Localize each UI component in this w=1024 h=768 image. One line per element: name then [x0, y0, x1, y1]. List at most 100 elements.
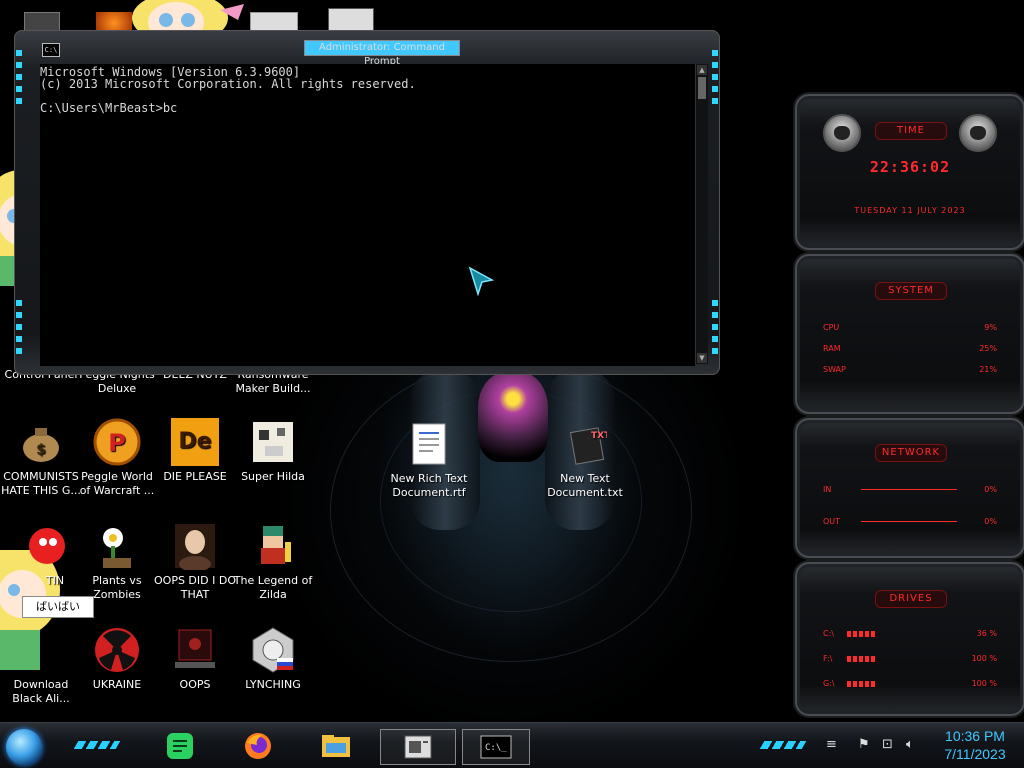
drive-row-g: G:\ 100 %	[823, 678, 997, 690]
volume-icon[interactable]: 🔈︎	[906, 737, 914, 752]
taskbar-glow-left	[73, 741, 121, 749]
drive-row-c: C:\ 36 %	[823, 628, 997, 640]
system-row-ram: RAM 25%	[823, 343, 997, 355]
desktop-icon-download-black-ali[interactable]: Download Black Ali...	[0, 626, 82, 706]
alien-head-icon	[823, 114, 861, 152]
radiation-icon	[93, 626, 141, 674]
desktop-icon-super-hilda[interactable]: Super Hilda	[232, 418, 314, 484]
taskbar-app-notes[interactable]	[160, 729, 200, 763]
desktop-icon-label: LYNCHING	[245, 678, 301, 691]
cmd-system-menu-icon[interactable]: C:\	[42, 43, 60, 57]
drive-name: G:\	[823, 679, 835, 688]
metric-name: IN	[823, 485, 832, 494]
emblem-flag-icon	[249, 626, 297, 674]
console-output[interactable]: Microsoft Windows [Version 6.3.9600] (c)…	[40, 64, 695, 366]
desktop-icon-legend-of-zilda[interactable]: The Legend of Zilda	[232, 522, 314, 602]
widget-clock-time: 22:36:02	[869, 158, 951, 176]
widget-network: NETWORK IN 0% OUT 0%	[795, 418, 1024, 558]
action-center-flag-icon[interactable]: ⚑	[858, 737, 870, 752]
taskbar-app-command-prompt[interactable]: C:\_	[462, 729, 530, 765]
drive-usage-bar	[847, 681, 877, 687]
taskbar-app-file-explorer[interactable]	[316, 729, 356, 763]
drive-usage-bar	[847, 631, 877, 637]
peggle-glyph: P	[108, 429, 126, 457]
taskbar-app-firefox[interactable]	[238, 729, 278, 763]
drive-value: 100 %	[971, 654, 997, 663]
desktop-icon-label: UKRAINE	[92, 678, 142, 691]
document-window-icon	[404, 735, 432, 759]
desktop-icon-label: OOPS DID I DO THAT	[154, 574, 236, 601]
desktop-icon-plants-vs-zombies[interactable]: Plants vs Zombies	[76, 522, 158, 602]
alien-head-icon	[959, 114, 997, 152]
window-glow-left-bottom	[16, 300, 22, 360]
desktop: Control Panel Peggle Nights Deluxe DEEZ …	[0, 0, 1024, 768]
widget-time: TIME 22:36:02 TUESDAY 11 JULY 2023	[795, 94, 1024, 250]
window-glow-right-bottom	[712, 300, 718, 360]
scrollbar-thumb[interactable]	[698, 77, 706, 99]
taskbar-glow-right	[759, 741, 807, 749]
system-row-swap: SWAP 21%	[823, 364, 997, 376]
adobe-de-icon: De	[171, 418, 219, 466]
desktop-icon-die-please[interactable]: De DIE PLEASE	[154, 418, 236, 484]
start-button[interactable]	[6, 729, 42, 765]
drive-value: 100 %	[971, 679, 997, 688]
desktop-icon-oops-did-i[interactable]: OOPS DID I DO THAT	[154, 522, 236, 602]
taskbar-app-wordpad[interactable]	[380, 729, 456, 765]
taskbar-clock[interactable]: 10:36 PM 7/11/2023	[930, 727, 1020, 763]
metric-name: SWAP	[823, 365, 846, 374]
firefox-icon	[245, 733, 271, 759]
desktop-icon-label: TIN	[45, 574, 65, 587]
red-fuzzy-icon	[17, 522, 65, 570]
mouse-pointer-icon	[468, 266, 494, 296]
scroll-down-icon[interactable]: ▼	[697, 353, 707, 363]
metric-name: OUT	[823, 517, 841, 526]
command-prompt-window[interactable]: C:\ Administrator: Command Prompt Micros…	[14, 30, 720, 375]
pixel-hero-icon	[249, 522, 297, 570]
desktop-icon-new-rich-text[interactable]: New Rich Text Document.rtf	[388, 420, 470, 500]
metric-value: 21%	[979, 365, 997, 374]
die-please-glyph: De	[178, 429, 212, 454]
tray-overflow-icon[interactable]: ≡	[826, 737, 837, 752]
desktop-icon-label: The Legend of Zilda	[233, 574, 313, 601]
widget-title: NETWORK	[875, 444, 947, 462]
scroll-up-icon[interactable]: ▲	[697, 65, 707, 75]
taskbar: C:\_ ≡ ⚑ ⊡ 🔈︎ 10:36 PM 7/11/2023	[0, 722, 1024, 768]
metric-name: CPU	[823, 323, 840, 332]
taskbar-clock-time: 10:36 PM	[945, 728, 1005, 744]
desktop-icon-lynching[interactable]: LYNCHING	[232, 626, 314, 692]
desktop-icon-label: OOPS	[179, 678, 211, 691]
txt-glyph: TXT	[591, 431, 607, 441]
taskbar-clock-date: 7/11/2023	[944, 746, 1006, 762]
desktop-icon-tin[interactable]: TIN	[0, 522, 82, 588]
metric-value: 0%	[984, 485, 997, 494]
network-row-out: OUT 0%	[823, 516, 997, 528]
svg-text:C:\_: C:\_	[485, 743, 507, 753]
drive-usage-bar	[847, 656, 877, 662]
desktop-icon-label: Peggle World of Warcraft ...	[79, 470, 155, 497]
desktop-icon-label: Download Black Ali...	[12, 678, 70, 705]
desktop-icon-new-text[interactable]: TXT New Text Document.txt	[544, 420, 626, 500]
drive-name: C:\	[823, 629, 834, 638]
command-prompt-icon: C:\_	[480, 735, 512, 759]
desktop-icon-peggle-wow[interactable]: P Peggle World of Warcraft ...	[76, 418, 158, 498]
window-glow-right-top	[712, 50, 718, 110]
desktop-icon-label: New Text Document.txt	[547, 472, 623, 499]
rich-text-document-icon	[405, 420, 453, 468]
drive-row-f: F:\ 100 %	[823, 653, 997, 665]
hidden-icon-pic	[17, 626, 65, 674]
console-scrollbar[interactable]: ▲ ▼	[695, 64, 708, 364]
money-bag-icon: $	[17, 418, 65, 466]
system-row-cpu: CPU 9%	[823, 322, 997, 334]
metric-value: 0%	[984, 517, 997, 526]
desktop-icon-ukraine[interactable]: UKRAINE	[76, 626, 158, 692]
widget-title: TIME	[875, 122, 947, 140]
desktop-icon-oops[interactable]: OOPS	[154, 626, 236, 692]
desktop-icon-communists[interactable]: $ COMMUNISTS HATE THIS G...	[0, 418, 82, 498]
metric-value: 9%	[984, 323, 997, 332]
wallpaper-alien-core	[478, 372, 548, 462]
network-icon[interactable]: ⊡	[882, 737, 893, 752]
folder-icon	[322, 735, 350, 757]
dark-laptop-icon	[171, 626, 219, 674]
system-tray: ≡ ⚑ ⊡ 🔈︎	[826, 733, 930, 759]
window-titlebar[interactable]: C:\ Administrator: Command Prompt	[42, 40, 692, 67]
